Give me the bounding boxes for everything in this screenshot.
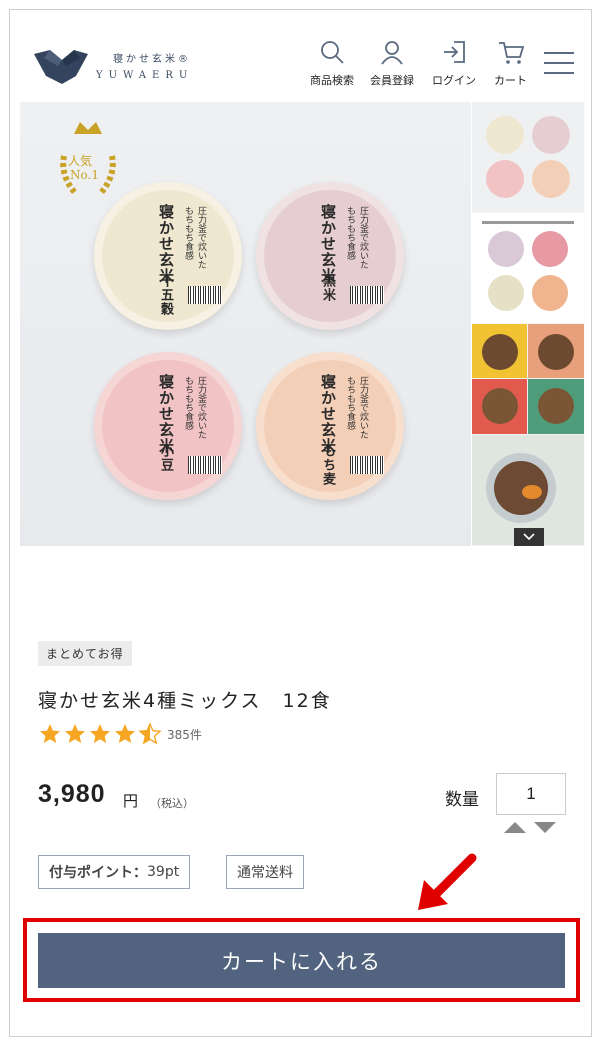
star-full-icon bbox=[90, 724, 110, 743]
points-badge: 付与ポイント： 39pt bbox=[38, 855, 191, 889]
thumb-pack bbox=[486, 116, 524, 154]
pack-variety: もち麦 bbox=[320, 444, 335, 486]
thumb-bowl bbox=[482, 334, 518, 370]
thumb-bowl bbox=[538, 388, 574, 424]
site-header: 寝かせ玄米® YUWAERU 商品検索 会員登録 ログイン カート bbox=[10, 10, 593, 102]
thumb-pack bbox=[532, 116, 570, 154]
tax-note: （税込） bbox=[150, 797, 194, 810]
brand-logo-icon[interactable] bbox=[32, 46, 90, 86]
product-title: 寝かせ玄米4種ミックス 12食 bbox=[38, 690, 332, 712]
page-frame: 寝かせ玄米® YUWAERU 商品検索 会員登録 ログイン カート 人気 No.… bbox=[9, 9, 592, 1037]
brand-name-jp: 寝かせ玄米® bbox=[113, 54, 191, 65]
thumbnail-1[interactable] bbox=[472, 102, 584, 212]
red-arrow-icon bbox=[418, 853, 477, 910]
pack-variety: 小豆 bbox=[158, 444, 173, 472]
rice-pack-azuki: 寝かせ玄米 小豆 圧力釜で炊いた もちもち食感 bbox=[94, 352, 242, 500]
search-icon bbox=[321, 41, 344, 64]
nav-register[interactable]: 会員登録 bbox=[370, 38, 414, 88]
star-full-icon bbox=[65, 724, 85, 743]
nav-cart[interactable]: カート bbox=[494, 38, 527, 88]
thumb-caption bbox=[482, 221, 574, 224]
barcode-icon bbox=[188, 286, 222, 304]
quantity-decrease-icon[interactable] bbox=[534, 822, 556, 833]
rice-pack-mochimugi: 寝かせ玄米 もち麦 圧力釜で炊いた もちもち食感 bbox=[256, 352, 404, 500]
review-count[interactable]: 385件 bbox=[167, 726, 202, 743]
thumbnail-scroll-down-button[interactable] bbox=[514, 528, 544, 546]
thumb-side bbox=[522, 485, 542, 499]
thumbnail-strip bbox=[472, 102, 584, 546]
nav-search-label: 商品検索 bbox=[310, 74, 354, 87]
brand-name-en: YUWAERU bbox=[96, 70, 194, 81]
pack-subtitle: 圧力釜で炊いた もちもち食感 bbox=[183, 376, 206, 439]
barcode-icon bbox=[350, 286, 384, 304]
rating-stars[interactable]: 385件 bbox=[38, 722, 202, 746]
thumbnail-3[interactable] bbox=[472, 324, 584, 434]
hamburger-menu-icon[interactable] bbox=[544, 52, 574, 76]
thumb-pack bbox=[488, 231, 524, 267]
price: 3,980 bbox=[38, 780, 106, 808]
rice-pack-kuromai: 寝かせ玄米 黒米 圧力釜で炊いた もちもち食感 bbox=[256, 182, 404, 330]
quantity-label: 数量 bbox=[445, 790, 479, 810]
thumb-pack bbox=[532, 231, 568, 267]
thumb-pack bbox=[486, 160, 524, 198]
quantity-input[interactable]: 1 bbox=[496, 773, 566, 815]
chevron-down-icon bbox=[523, 533, 535, 541]
barcode-icon bbox=[188, 456, 222, 474]
login-icon bbox=[444, 41, 465, 63]
pack-variety: 黒米 bbox=[320, 274, 335, 302]
pack-title: 寝かせ玄米 bbox=[319, 374, 337, 454]
pack-title: 寝かせ玄米 bbox=[319, 204, 337, 284]
cart-icon bbox=[498, 42, 524, 64]
quantity-increase-icon[interactable] bbox=[504, 822, 526, 833]
pack-subtitle: 圧力釜で炊いた もちもち食感 bbox=[183, 206, 206, 269]
add-to-cart-button[interactable]: カートに入れる bbox=[38, 933, 565, 988]
promo-tag: まとめてお得 bbox=[38, 641, 132, 666]
star-half-icon bbox=[138, 722, 162, 745]
badge-label: 人気 bbox=[68, 154, 93, 168]
user-icon bbox=[381, 41, 403, 65]
nav-register-label: 会員登録 bbox=[370, 74, 414, 87]
cart-button-highlight: カートに入れる bbox=[23, 918, 580, 1002]
nav-login[interactable]: ログイン bbox=[432, 38, 476, 88]
nav-search[interactable]: 商品検索 bbox=[310, 38, 354, 88]
thumb-pack bbox=[488, 275, 524, 311]
shipping-badge: 通常送料 bbox=[226, 855, 304, 889]
pack-title: 寝かせ玄米 bbox=[157, 374, 175, 454]
thumb-pack bbox=[532, 160, 570, 198]
price-currency: 円 bbox=[123, 792, 139, 810]
thumb-bowl bbox=[538, 334, 574, 370]
nav-cart-label: カート bbox=[494, 74, 527, 87]
pack-subtitle: 圧力釜で炊いた もちもち食感 bbox=[345, 206, 368, 269]
pack-variety: 十五穀 bbox=[158, 274, 173, 316]
pack-subtitle: 圧力釜で炊いた もちもち食感 bbox=[345, 376, 368, 439]
nav-login-label: ログイン bbox=[432, 74, 476, 87]
thumb-pack bbox=[532, 275, 568, 311]
pack-title: 寝かせ玄米 bbox=[157, 204, 175, 284]
star-full-icon bbox=[40, 724, 60, 743]
thumbnail-2[interactable] bbox=[472, 213, 584, 323]
main-product-image[interactable]: 人気 No.1 寝かせ玄米 十五穀 圧力釜で炊いた もちもち食感 寝かせ玄米 黒… bbox=[20, 102, 471, 546]
rice-pack-jugokoku: 寝かせ玄米 十五穀 圧力釜で炊いた もちもち食感 bbox=[94, 182, 242, 330]
barcode-icon bbox=[350, 456, 384, 474]
points-label: 付与ポイント： bbox=[49, 865, 147, 881]
star-full-icon bbox=[115, 724, 135, 743]
badge-rank: No.1 bbox=[70, 168, 99, 182]
points-value: 39pt bbox=[147, 864, 180, 880]
thumb-bowl bbox=[482, 388, 518, 424]
